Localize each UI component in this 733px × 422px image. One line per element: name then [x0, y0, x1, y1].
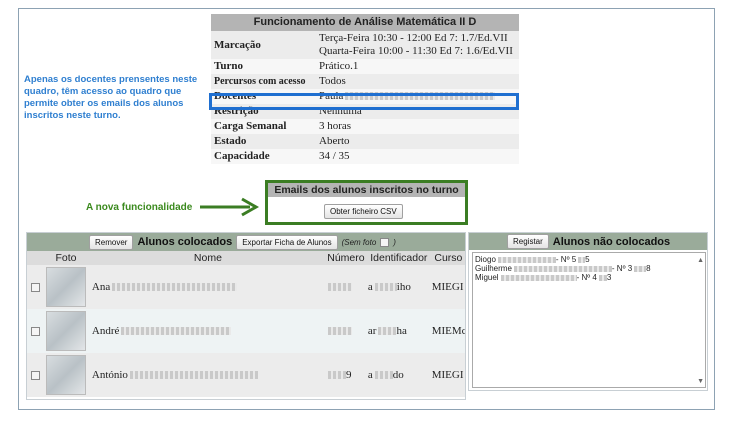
row-select-checkbox[interactable] [31, 370, 41, 380]
redacted-text [634, 265, 647, 272]
table-row: André ar ha MIEMc [27, 309, 465, 353]
list-item[interactable]: Guilherme - Nº 38 [475, 264, 703, 273]
export-students-button[interactable]: Exportar Ficha de Alunos [236, 234, 338, 250]
scroll-down-icon[interactable]: ▼ [697, 377, 704, 386]
unplaced-title: Alunos não colocados [552, 235, 671, 248]
redacted-text [129, 371, 258, 380]
column-foto: Foto [55, 252, 77, 264]
placed-title: Alunos colocados [137, 236, 233, 248]
info-row-estado: Estado Aberto [211, 134, 519, 149]
column-identificador: Identificador [370, 252, 428, 264]
redacted-text [327, 283, 352, 292]
remove-button[interactable]: Remover [89, 234, 134, 250]
scroll-up-icon[interactable]: ▲ [697, 256, 704, 265]
unplaced-students-panel: Registar Alunos não colocados Diogo - Nº … [468, 232, 708, 391]
column-numero: Número [327, 252, 365, 264]
emails-panel: Emails dos alunos inscritos no turno Obt… [265, 180, 468, 225]
table-row: Ana a iho MIEGI [27, 265, 465, 309]
emails-title: Emails dos alunos inscritos no turno [268, 183, 465, 197]
redacted-text [327, 371, 346, 380]
row-select-checkbox[interactable] [31, 282, 41, 292]
redacted-text [374, 371, 393, 380]
list-item[interactable]: Miguel - Nº 43 [475, 273, 703, 282]
column-nome: Nome [193, 252, 222, 264]
student-photo [46, 311, 86, 351]
info-row-turno: Turno Prático.1 [211, 59, 519, 74]
unplaced-list[interactable]: Diogo - Nº 55 Guilherme - Nº 38 Miguel - Nº… [472, 252, 706, 388]
docentes-highlight [209, 93, 519, 110]
row-select-checkbox[interactable] [31, 326, 41, 336]
placed-table-header: Foto Nome Número Identificador Curso [27, 251, 465, 265]
docentes-note: Apenas os docentes prensentes neste quad… [24, 74, 198, 121]
placed-students-panel: Remover Alunos colocados Exportar Ficha … [26, 232, 466, 400]
info-row-capacidade: Capacidade 34 / 35 [211, 149, 519, 164]
student-photo [46, 355, 86, 395]
arrow-right-icon [200, 197, 260, 217]
redacted-text [598, 274, 607, 281]
table-row: António 9 a do MIEGI [27, 353, 465, 397]
shift-info-title: Funcionamento de Análise Matemática II D [211, 14, 519, 31]
new-feature-label: A nova funcionalidade [86, 202, 193, 213]
shift-info-table: Funcionamento de Análise Matemática II D… [211, 14, 519, 164]
redacted-text [112, 283, 238, 292]
redacted-text [378, 327, 397, 336]
no-photo-checkbox[interactable] [380, 237, 390, 247]
info-row-percursos: Percursos com acesso Todos [211, 74, 519, 89]
info-row-marcacao: Marcação Terça-Feira 10:30 - 12:00 Ed 7:… [211, 31, 519, 59]
redacted-text [513, 265, 612, 272]
redacted-text [121, 327, 232, 336]
download-csv-button[interactable]: Obter ficheiro CSV [324, 204, 403, 219]
redacted-text [327, 327, 352, 336]
info-row-carga: Carga Semanal 3 horas [211, 119, 519, 134]
placed-toolbar: Remover Alunos colocados Exportar Ficha … [27, 233, 465, 251]
redacted-text [374, 283, 397, 292]
list-item[interactable]: Diogo - Nº 55 [475, 255, 703, 264]
redacted-text [497, 256, 556, 263]
student-photo [46, 267, 86, 307]
unplaced-toolbar: Registar Alunos não colocados [469, 233, 707, 250]
column-curso: Curso [434, 252, 463, 264]
redacted-text [500, 274, 577, 281]
register-button[interactable]: Registar [507, 234, 549, 249]
no-photo-label: (Sem foto [341, 237, 377, 247]
